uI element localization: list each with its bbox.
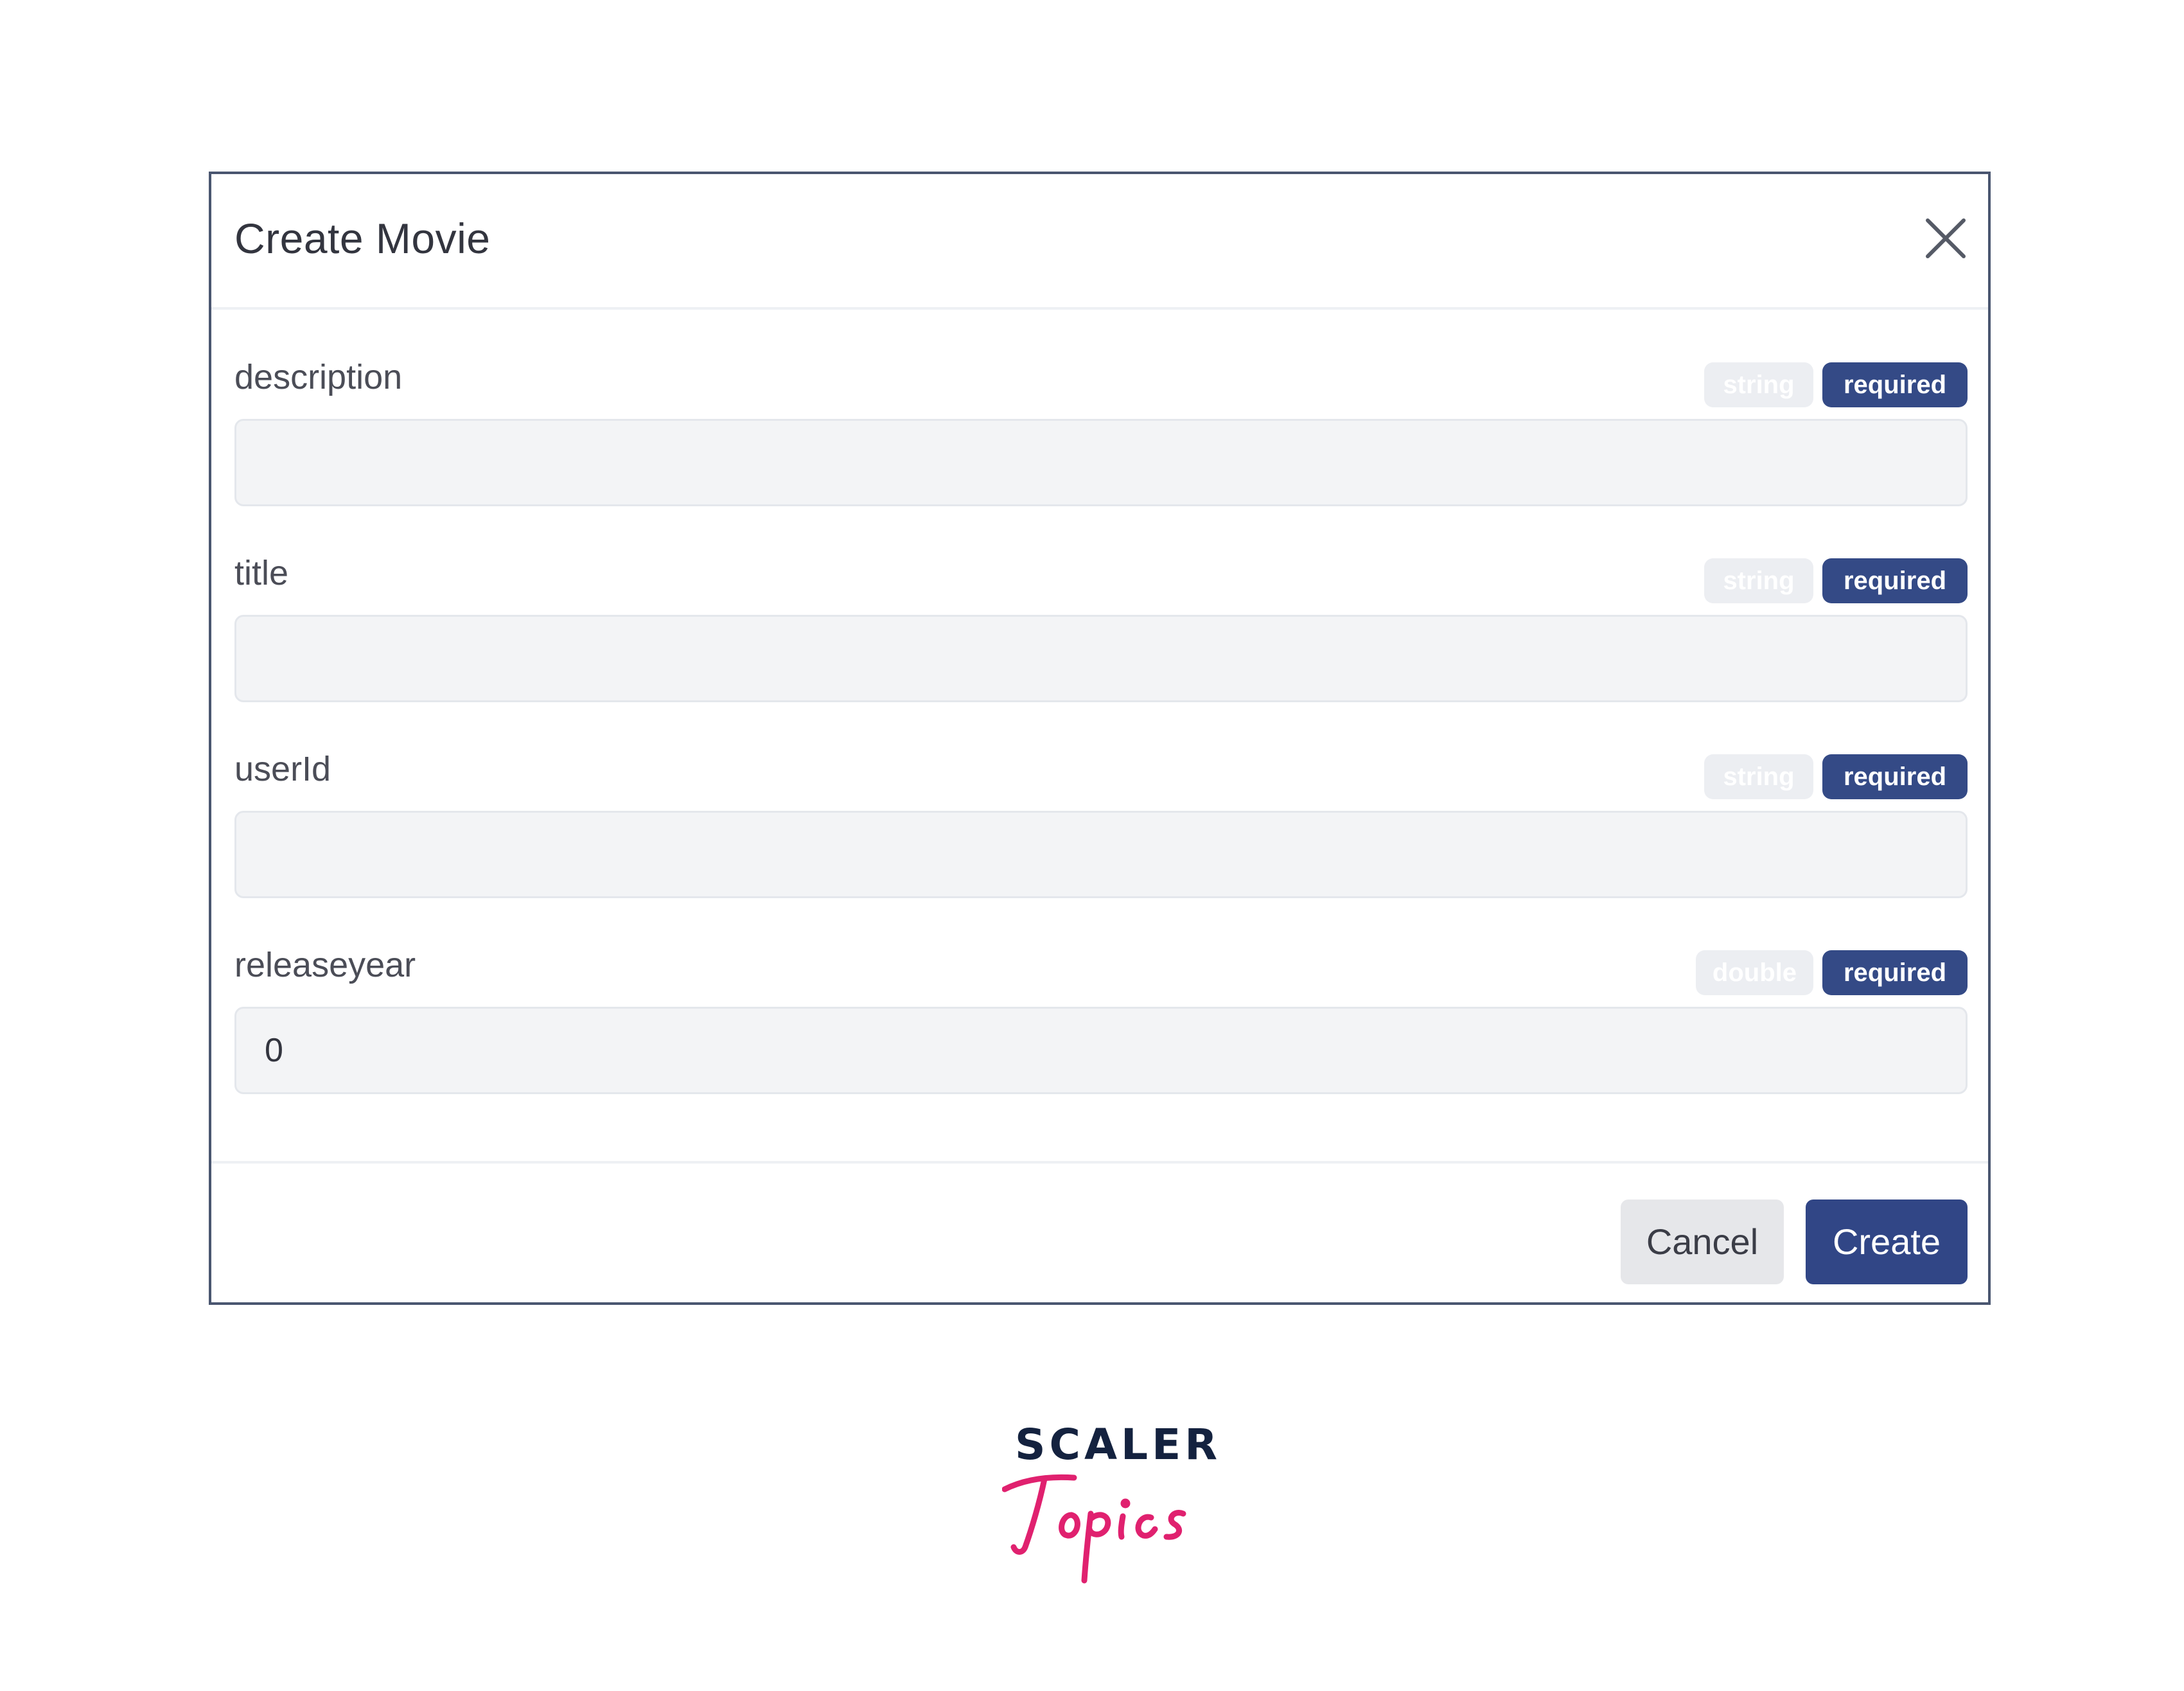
field-badges: double required bbox=[1695, 950, 1968, 995]
title-input[interactable] bbox=[234, 615, 1968, 702]
description-input[interactable] bbox=[234, 419, 1968, 506]
releaseyear-input[interactable] bbox=[234, 1007, 1968, 1094]
type-badge: double bbox=[1695, 950, 1813, 995]
cancel-button[interactable]: Cancel bbox=[1621, 1200, 1784, 1284]
type-badge: string bbox=[1704, 754, 1813, 799]
required-badge: required bbox=[1822, 754, 1968, 799]
logo-script-topics bbox=[1002, 1474, 1186, 1584]
create-movie-dialog: Create Movie description string required… bbox=[209, 172, 1991, 1305]
close-icon bbox=[1926, 218, 1966, 258]
field-badges: string required bbox=[1704, 362, 1968, 407]
field-badges: string required bbox=[1704, 754, 1968, 799]
field-label: title bbox=[234, 554, 289, 592]
field-label: releaseyear bbox=[234, 946, 416, 984]
field-releaseyear: releaseyear double required bbox=[234, 943, 1968, 1116]
dialog-title: Create Movie bbox=[234, 215, 491, 262]
required-badge: required bbox=[1822, 950, 1968, 995]
create-button[interactable]: Create bbox=[1806, 1200, 1968, 1284]
dialog-header: Create Movie bbox=[211, 174, 1988, 310]
dialog-footer: Cancel Create bbox=[211, 1161, 1988, 1302]
type-badge: string bbox=[1704, 558, 1813, 603]
logo-wordmark: SCALER bbox=[1015, 1420, 1222, 1469]
field-userid: userId string required bbox=[234, 747, 1968, 920]
field-label: userId bbox=[234, 750, 331, 788]
field-badges: string required bbox=[1704, 558, 1968, 603]
close-button[interactable] bbox=[1919, 211, 1973, 265]
required-badge: required bbox=[1822, 362, 1968, 407]
scaler-topics-logo: SCALER bbox=[1002, 1420, 1217, 1587]
userid-input[interactable] bbox=[234, 811, 1968, 898]
required-badge: required bbox=[1822, 558, 1968, 603]
field-label: description bbox=[234, 358, 403, 396]
field-description: description string required bbox=[234, 355, 1968, 528]
type-badge: string bbox=[1704, 362, 1813, 407]
field-title: title string required bbox=[234, 551, 1968, 724]
